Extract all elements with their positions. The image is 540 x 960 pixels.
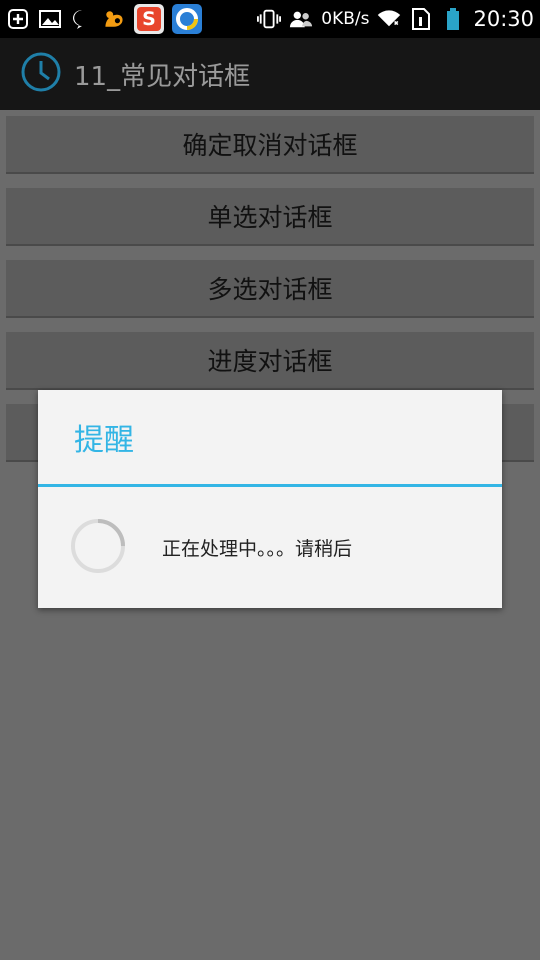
sogou-input-icon: S	[134, 4, 164, 34]
dialog-title: 提醒	[74, 423, 134, 458]
message-alert-icon	[70, 7, 94, 31]
multi-choice-dialog-button[interactable]: 多选对话框	[6, 260, 534, 318]
gallery-icon	[38, 7, 62, 31]
dialog-body: 正在处理中。。。请稍后	[38, 487, 502, 608]
contacts-icon	[289, 7, 313, 31]
battery-icon	[441, 7, 465, 31]
clock-icon	[20, 51, 62, 97]
browser-c-icon	[172, 4, 202, 34]
clock-time: 20:30	[473, 7, 534, 31]
spinner-icon	[68, 516, 128, 580]
action-bar: 11_常见对话框	[0, 38, 540, 110]
progress-dialog-button[interactable]: 进度对话框	[6, 332, 534, 390]
vibrate-icon	[257, 7, 282, 31]
network-speed: 0KB/s	[321, 9, 370, 29]
confirm-cancel-dialog-button[interactable]: 确定取消对话框	[6, 116, 534, 174]
status-bar: S 0KB/s 20:30	[0, 0, 540, 38]
wifi-icon	[377, 7, 401, 31]
dialog-message: 正在处理中。。。请稍后	[162, 538, 353, 560]
app-title: 11_常见对话框	[74, 61, 251, 92]
sim-icon	[409, 7, 433, 31]
add-notification-icon	[6, 7, 30, 31]
progress-dialog: 提醒 正在处理中。。。请稍后	[38, 390, 502, 608]
uc-browser-icon	[102, 7, 126, 31]
single-choice-dialog-button[interactable]: 单选对话框	[6, 188, 534, 246]
